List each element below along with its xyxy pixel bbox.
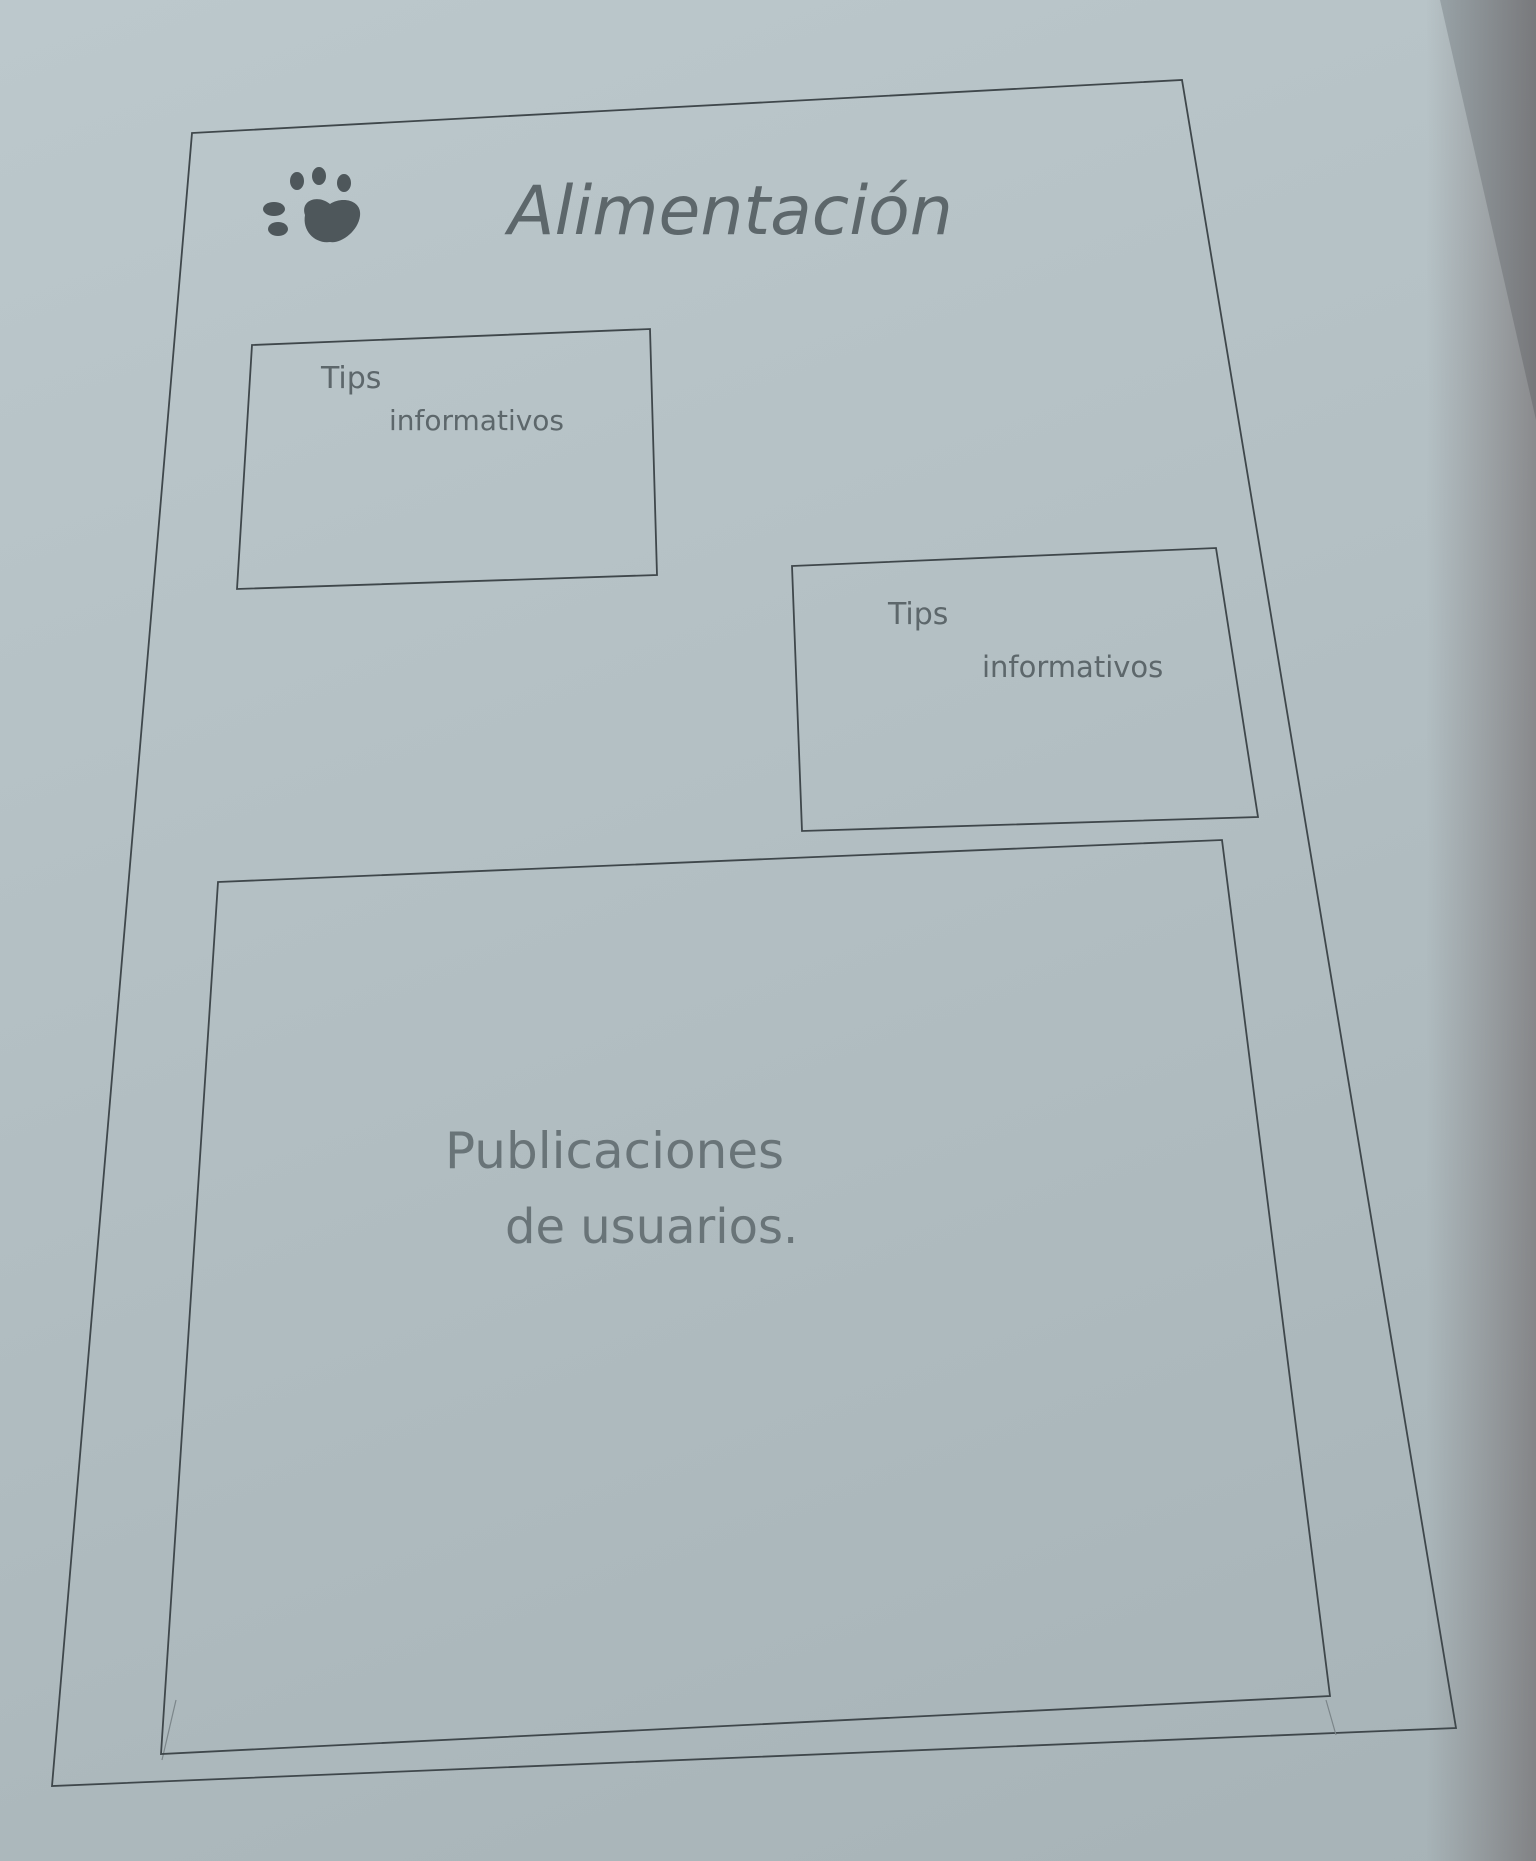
user-posts-title: Publicaciones bbox=[445, 1122, 784, 1180]
user-posts-panel[interactable]: Publicaciones de usuarios. bbox=[160, 839, 1332, 1755]
tips-card-1-border bbox=[236, 328, 658, 590]
wireframe-sketch: Alimentación Tips informativos Tips info… bbox=[51, 79, 1458, 1787]
tips-card-2-subtitle: informativos bbox=[982, 650, 1163, 684]
tips-card-1[interactable]: Tips informativos bbox=[236, 328, 658, 590]
user-posts-subtitle: de usuarios. bbox=[505, 1199, 798, 1255]
tips-card-2-title: Tips bbox=[887, 597, 948, 632]
screen-frame bbox=[51, 79, 1458, 1787]
tips-card-1-title: Tips bbox=[320, 361, 381, 396]
page-title: Alimentación bbox=[504, 172, 953, 251]
tips-card-2[interactable]: Tips informativos bbox=[791, 547, 1260, 832]
tips-card-1-subtitle: informativos bbox=[389, 404, 564, 437]
tips-card-2-border bbox=[791, 547, 1260, 832]
user-posts-border bbox=[160, 839, 1332, 1755]
paw-print-icon bbox=[263, 167, 361, 243]
guide-line bbox=[1325, 1699, 1337, 1736]
